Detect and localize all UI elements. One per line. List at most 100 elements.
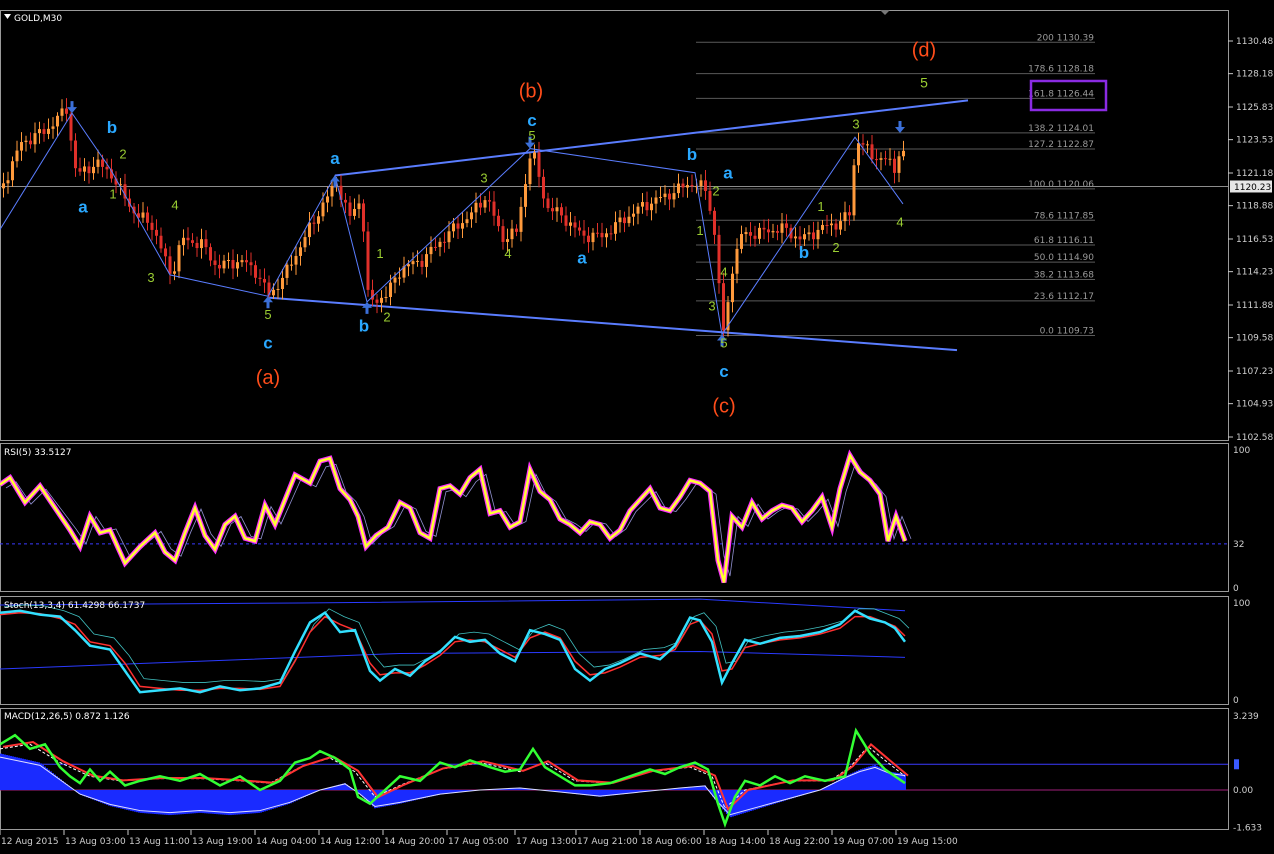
wave-label: 5 <box>264 307 271 322</box>
candle-body <box>236 262 239 269</box>
candle-body <box>74 140 77 169</box>
candle-body <box>15 150 19 162</box>
candle-body <box>821 224 824 230</box>
candle-body <box>663 193 667 198</box>
candle-body <box>465 219 469 224</box>
fib-level-label: 50.0 1114.90 <box>1034 253 1094 263</box>
candle-body <box>596 232 599 234</box>
price-tick-label: 1116.53 <box>1236 235 1273 245</box>
price-tick-label: 1128.18 <box>1236 70 1273 80</box>
candle-body <box>524 184 527 207</box>
candle-body <box>632 213 635 217</box>
candle-body <box>146 212 149 223</box>
candle-body <box>488 200 491 202</box>
fib-level-label: 138.2 1124.01 <box>1028 124 1094 134</box>
candle-body <box>843 212 847 222</box>
candle-body <box>429 246 433 255</box>
candle-body <box>213 260 217 265</box>
time-tick-label: 18 Aug 14:00 <box>705 837 766 847</box>
candle-body <box>69 113 73 141</box>
wave-label: (d) <box>912 39 936 61</box>
candle-body <box>740 234 743 249</box>
price-tick-label: 1114.23 <box>1236 268 1273 278</box>
time-tick-label: 17 Aug 05:00 <box>448 837 509 847</box>
candle-body <box>573 222 577 228</box>
candle-body <box>884 158 887 160</box>
candle-body <box>569 222 572 226</box>
fib-level-label: 0.0 1109.73 <box>1040 327 1094 337</box>
candle-body <box>443 241 446 243</box>
trading-chart[interactable]: GOLD,M30 200 1130.39178.6 1128.18161.8 1… <box>0 0 1274 854</box>
wave-label: (c) <box>712 396 735 418</box>
candle-body <box>461 223 464 229</box>
candle-body <box>353 208 356 216</box>
wave-label: 2 <box>712 183 719 198</box>
candle-body <box>83 166 86 172</box>
candle-body <box>866 144 869 146</box>
candle-body <box>33 133 37 145</box>
price-tick-label: 1109.58 <box>1236 334 1273 344</box>
candle-body <box>182 237 185 246</box>
macd-tick-label: 0.00 <box>1233 786 1253 796</box>
stoch-tick-label: 0 <box>1233 696 1239 706</box>
candle-body <box>582 230 586 236</box>
candle-body <box>240 260 244 263</box>
wave-label: a <box>78 197 88 216</box>
time-tick-label: 14 Aug 12:00 <box>320 837 381 847</box>
candle-body <box>749 232 752 236</box>
candle-body <box>551 208 554 212</box>
rsi-label: RSI(5) 33.5127 <box>4 448 71 458</box>
candle-body <box>668 193 671 200</box>
candle-body <box>245 260 248 263</box>
candle-body <box>677 183 680 194</box>
candle-body <box>222 260 226 269</box>
time-tick-label: 14 Aug 04:00 <box>256 837 317 847</box>
wave-label: b <box>799 243 809 262</box>
candle-body <box>686 185 689 188</box>
candle-body <box>362 203 365 232</box>
candle-body <box>555 207 559 212</box>
candle-body <box>578 227 581 231</box>
price-tick-label: 1125.83 <box>1236 103 1273 113</box>
candle-body <box>479 202 482 208</box>
price-tick-label: 1102.58 <box>1236 433 1273 443</box>
candle-body <box>276 289 280 291</box>
wave-label: c <box>527 111 536 130</box>
candle-body <box>870 144 874 160</box>
rsi-tick-label: 0 <box>1233 584 1239 594</box>
price-tick-label: 1121.18 <box>1236 169 1273 179</box>
candle-body <box>317 216 320 224</box>
wave-label: c <box>719 362 728 381</box>
candle-body <box>38 129 41 134</box>
candle-body <box>470 212 473 220</box>
candle-body <box>848 212 851 216</box>
candle-body <box>159 235 163 249</box>
candle-body <box>231 259 235 269</box>
wave-label: a <box>723 163 733 182</box>
macd-label: MACD(12,26,5) 0.872 1.126 <box>4 712 130 722</box>
fib-level-label: 23.6 1112.17 <box>1034 292 1094 302</box>
candle-body <box>875 159 878 161</box>
candle-body <box>389 282 392 297</box>
wave-label: c <box>263 334 272 353</box>
candle-body <box>47 128 50 134</box>
candle-body <box>722 283 725 331</box>
candle-body <box>60 108 64 116</box>
candle-body <box>195 242 199 249</box>
candle-body <box>416 260 419 262</box>
candle-body <box>87 166 91 174</box>
candle-body <box>141 212 145 218</box>
candle-body <box>483 200 487 208</box>
price-tick-label: 1123.53 <box>1236 136 1273 146</box>
wave-label: 5 <box>720 335 727 350</box>
candle-body <box>807 232 811 235</box>
candle-body <box>587 235 590 243</box>
candle-body <box>272 289 275 296</box>
candle-body <box>699 180 703 187</box>
candle-body <box>758 227 761 239</box>
candle-body <box>330 185 334 197</box>
macd-value-marker <box>1234 759 1239 770</box>
wave-label: 3 <box>708 298 715 313</box>
candle-body <box>564 215 568 226</box>
candle-body <box>501 226 505 242</box>
